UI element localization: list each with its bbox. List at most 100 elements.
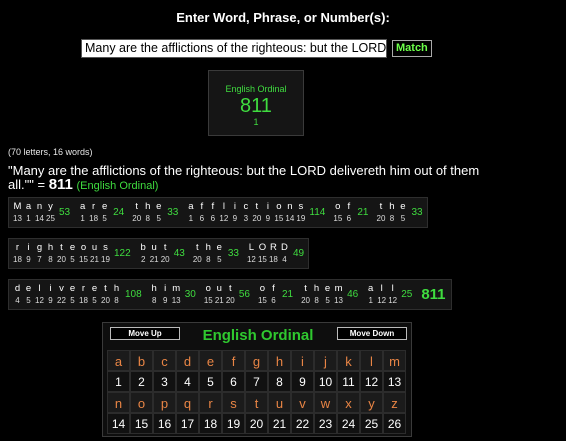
letter-column: h8 [142,201,153,224]
letter: y [48,201,53,212]
letter-value: 20 [192,255,202,264]
cipher-letter-cell[interactable]: a [107,350,130,371]
word-sum: 43 [173,248,185,259]
word-block: a 1 l 12 l 12 25 [362,280,416,309]
letter: t [379,201,383,212]
letter-column: e5 [322,283,333,306]
cipher-result-box[interactable]: English Ordinal 811 1 [208,70,304,136]
cipher-letter-cell[interactable]: g [245,350,268,371]
letter: d [14,283,21,294]
cipher-letter-cell[interactable]: r [199,392,222,413]
letter-value: 18 [79,296,88,305]
letter-value: 15 [333,214,343,223]
letter: f [200,201,204,212]
letter: e [216,242,222,253]
result-value: 811 [48,176,73,193]
letter-column: c3 [240,201,251,224]
word-letters: o 15 f 6 [332,201,354,224]
letter-value: 6 [271,296,276,305]
letter-column: t 20 [100,283,111,306]
letter-value: 4 [282,255,287,264]
letter: a [79,201,86,212]
letter: h [205,242,211,253]
word-sum: 114 [309,207,326,218]
cipher-letter-cell[interactable]: i [291,350,314,371]
word-sum: 46 [347,289,359,300]
letter: L [248,242,255,253]
cipher-number-cell: 1 [107,371,130,392]
row-total: 811 [421,286,446,303]
letter-column: i9 [229,201,240,224]
cipher-number-cell: 11 [337,371,360,392]
cipher-letter-cell[interactable]: j [314,350,337,371]
letter-value: 12 [246,255,256,264]
cipher-letter-cell[interactable]: v [291,392,314,413]
letter-value: 1 [368,296,373,305]
word-block: t 20 h 8 e 5 33 [128,198,182,227]
cipher-letter-cell[interactable]: w [314,392,337,413]
letter-value: 12 [388,296,398,305]
letter: o [259,283,266,294]
cipher-letter-cell[interactable]: y [360,392,383,413]
cipher-letter-cell[interactable]: t [245,392,268,413]
cipher-number-cell: 8 [268,371,291,392]
cipher-number-cell: 20 [245,413,268,434]
letter-column: a1 [23,201,34,224]
cipher-letter-cell[interactable]: f [222,350,245,371]
cipher-letter-cell[interactable]: z [383,392,406,413]
cipher-letter-cell[interactable]: q [176,392,199,413]
cipher-number-cell: 10 [314,371,337,392]
word-letters: h 8 i 9 m 13 [149,283,182,306]
letter: h [313,283,320,294]
cipher-letter-cell[interactable]: d [176,350,199,371]
letter-value: 1 [26,214,31,223]
cipher-letter-cell[interactable]: o [130,392,153,413]
letter: f [347,201,351,212]
word-letters: t 20 h 8 e 5 [375,201,408,224]
letter: a [368,283,374,294]
letter: i [49,283,52,294]
word-sum: 56 [238,289,250,300]
letter-value: 5 [217,255,222,264]
cipher-letter-cell[interactable]: c [153,350,176,371]
letter: u [216,283,222,294]
page-title: Enter Word, Phrase, or Number(s): [176,10,390,25]
match-button[interactable]: Match [392,40,432,57]
letter-column: h8 [311,283,322,306]
letter-column: e5 [89,283,100,306]
cipher-letter-cell[interactable]: x [337,392,360,413]
letter-value: 6 [199,214,205,223]
letter-value: 9 [232,214,238,223]
cipher-letter-cell[interactable]: l [360,350,383,371]
word-letters: d 4 e 5 l 12 i 9 v 22 e 5 r 18 e 5 t 20 h 8 [12,283,122,306]
word-sum: 33 [227,248,239,259]
cipher-letter-cell[interactable]: p [153,392,176,413]
cipher-letter-cell[interactable]: s [222,392,245,413]
cipher-letter-cell[interactable]: k [337,350,360,371]
letter-column: e5 [397,201,408,224]
cipher-number-cell: 4 [176,371,199,392]
letter: R [270,242,277,253]
letter-column: M 13 [12,201,23,224]
cipher-number-cell: 23 [314,413,337,434]
letter-value: 8 [314,296,319,305]
letter-value: 3 [243,214,249,223]
cipher-letter-cell[interactable]: n [107,392,130,413]
cipher-number-cell: 2 [130,371,153,392]
cipher-number-cell: 6 [222,371,245,392]
move-down-button[interactable]: Move Down [337,327,407,340]
letter-column: i9 [45,283,56,306]
letter-column: h8 [149,283,160,306]
cipher-letter-cell[interactable]: b [130,350,153,371]
cipher-letter-cell[interactable]: h [268,350,291,371]
cipher-letter-cell[interactable]: m [383,350,406,371]
cipher-letter-cell[interactable]: u [268,392,291,413]
cipher-letter-cell[interactable]: e [199,350,222,371]
cipher-count: 1 [253,117,259,127]
letter-column: i9 [23,242,34,265]
letter-value: 5 [156,214,161,223]
letter: i [27,242,30,253]
letter-value: 20 [160,255,170,264]
phrase-input[interactable]: Many are the afflictions of the righteou… [81,39,387,58]
letter: o [80,242,87,253]
